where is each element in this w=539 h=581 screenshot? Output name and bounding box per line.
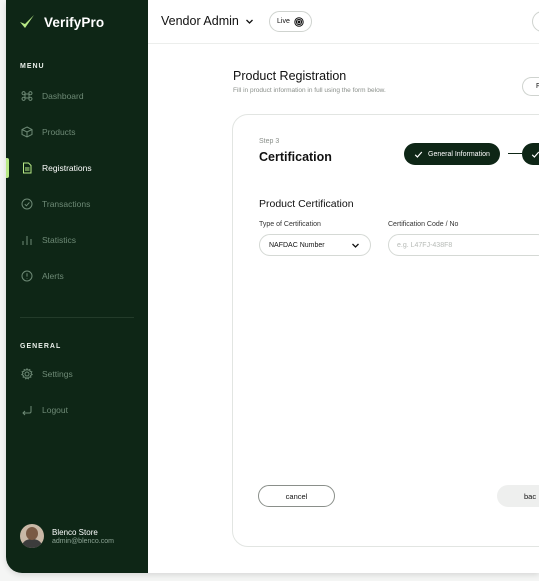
step-label: Step 3 xyxy=(259,138,280,145)
top-bar: Vendor Admin Live xyxy=(148,0,539,44)
sidebar-item-label: Alerts xyxy=(42,271,64,281)
page-action-button[interactable]: F xyxy=(522,77,539,96)
live-status-label: Live xyxy=(277,18,290,25)
sidebar-item-settings[interactable]: Settings xyxy=(6,363,148,385)
check-icon xyxy=(531,151,539,158)
general-heading: GENERAL xyxy=(20,343,62,350)
user-name: Blenco Store xyxy=(52,527,98,537)
user-profile[interactable]: Blenco Store admin@blenco.com xyxy=(20,524,114,548)
section-title: Product Certification xyxy=(259,198,354,210)
menu-heading: MENU xyxy=(20,63,45,70)
sidebar-item-logout[interactable]: Logout xyxy=(6,399,148,421)
form-card xyxy=(232,114,539,547)
sidebar-divider xyxy=(20,317,134,318)
back-button[interactable]: bac xyxy=(497,485,539,507)
cert-type-label: Type of Certification xyxy=(259,221,321,228)
sidebar-item-registrations[interactable]: Registrations xyxy=(6,157,148,179)
step-chip-label: General Information xyxy=(428,150,490,158)
live-status-badge[interactable]: Live xyxy=(269,11,312,32)
bar-chart-icon xyxy=(20,234,33,247)
cert-code-input[interactable] xyxy=(388,234,539,256)
vendor-switcher[interactable]: Vendor Admin xyxy=(161,14,254,28)
cancel-button[interactable]: cancel xyxy=(258,485,335,507)
check-icon xyxy=(414,151,423,158)
step-connector xyxy=(508,153,522,154)
app-logo[interactable]: VerifyPro xyxy=(18,13,104,31)
document-icon xyxy=(20,162,33,175)
check-circle-icon xyxy=(20,198,33,211)
cert-type-value: NAFDAC Number xyxy=(269,241,325,249)
vendor-title: Vendor Admin xyxy=(161,14,239,28)
sidebar-item-label: Dashboard xyxy=(42,91,84,101)
topbar-action-button[interactable] xyxy=(532,11,539,32)
step-title: Certification xyxy=(259,150,332,164)
cert-code-label: Certification Code / No xyxy=(388,221,459,228)
sidebar-item-statistics[interactable]: Statistics xyxy=(6,229,148,251)
box-icon xyxy=(20,126,33,139)
sidebar-item-alerts[interactable]: Alerts xyxy=(6,265,148,287)
sidebar-item-transactions[interactable]: Transactions xyxy=(6,193,148,215)
sidebar-item-label: Transactions xyxy=(42,199,91,209)
avatar xyxy=(20,524,44,548)
sidebar-item-label: Statistics xyxy=(42,235,77,245)
step-chip-next[interactable] xyxy=(522,143,539,165)
step-chip-general-information[interactable]: General Information xyxy=(404,143,500,165)
chevron-down-icon xyxy=(245,19,253,24)
alert-icon xyxy=(20,270,33,283)
sidebar: VerifyPro MENU Dashboard Products Regist… xyxy=(6,0,148,573)
chevron-down-icon xyxy=(352,243,359,248)
page-title: Product Registration xyxy=(233,69,347,83)
cert-type-select[interactable]: NAFDAC Number xyxy=(259,234,371,256)
sidebar-item-products[interactable]: Products xyxy=(6,121,148,143)
gear-icon xyxy=(20,368,33,381)
checkmark-logo-icon xyxy=(20,15,34,28)
page-subtitle: Fill in product information in full usin… xyxy=(233,87,386,94)
app-name: VerifyPro xyxy=(44,14,105,30)
sidebar-item-label: Products xyxy=(42,127,76,137)
broadcast-icon xyxy=(294,16,304,27)
app-window: VerifyPro MENU Dashboard Products Regist… xyxy=(6,0,539,573)
sidebar-item-label: Registrations xyxy=(42,163,92,173)
user-email: admin@blenco.com xyxy=(52,537,114,545)
sidebar-item-label: Logout xyxy=(42,405,68,415)
command-icon xyxy=(20,90,33,103)
sidebar-item-dashboard[interactable]: Dashboard xyxy=(6,85,148,107)
sidebar-item-label: Settings xyxy=(42,369,73,379)
logout-icon xyxy=(20,404,33,417)
